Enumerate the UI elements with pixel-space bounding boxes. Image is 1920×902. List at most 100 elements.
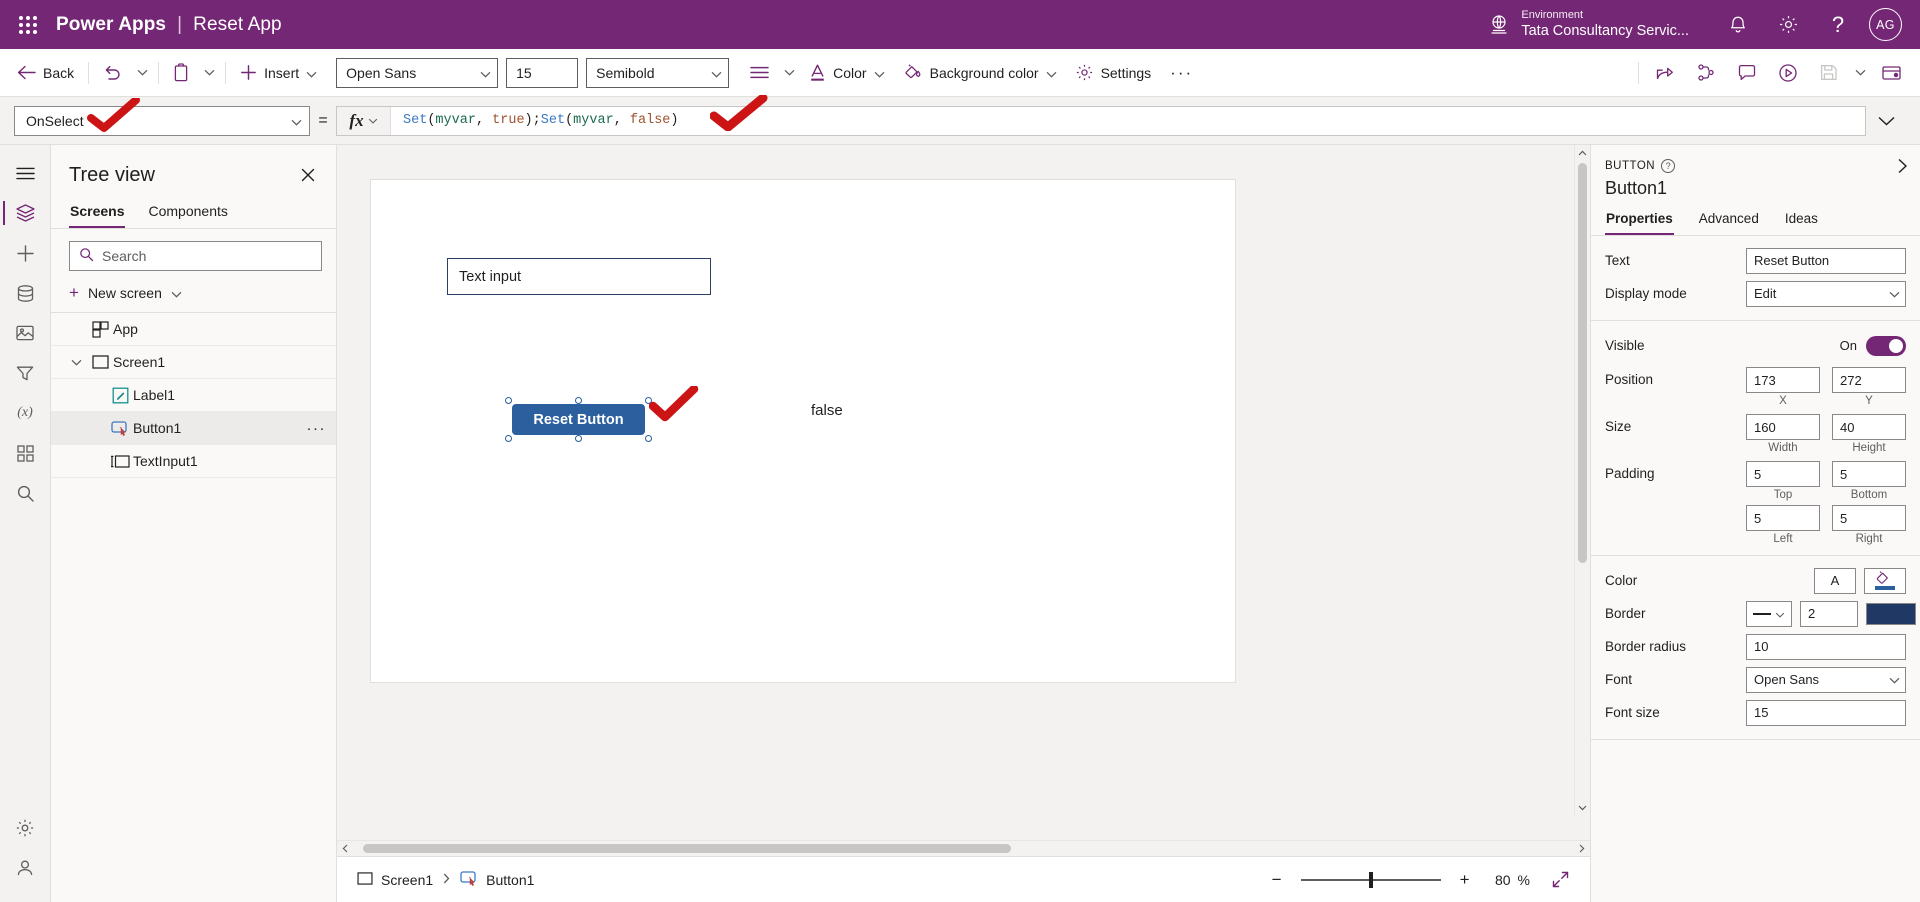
padding-top-input[interactable]: 5 — [1746, 461, 1820, 487]
vertical-scroll-track[interactable] — [1575, 161, 1590, 800]
search-box[interactable] — [69, 241, 322, 271]
font-select[interactable]: Open Sans — [1746, 666, 1906, 693]
fill-color-button[interactable] — [1864, 567, 1906, 594]
tab-screens[interactable]: Screens — [69, 197, 126, 228]
panel-collapse-chevron-right-icon[interactable] — [1897, 158, 1908, 174]
text-align-chevron-down-icon[interactable] — [778, 57, 800, 89]
preview-play-icon[interactable] — [1767, 56, 1808, 90]
toolbar-overflow-button[interactable]: ··· — [1160, 64, 1203, 81]
tree-item-label1[interactable]: Label1 — [51, 379, 336, 412]
border-style-select[interactable] — [1746, 600, 1792, 627]
text-color-button[interactable]: A — [1814, 567, 1856, 594]
rail-media-icon[interactable] — [3, 313, 47, 353]
visible-toggle[interactable] — [1866, 335, 1906, 356]
breadcrumb-screen[interactable]: Screen1 — [351, 868, 439, 892]
canvas-text-input[interactable]: Text input — [447, 258, 711, 295]
tab-ideas[interactable]: Ideas — [1784, 207, 1819, 235]
position-x-input[interactable]: 173 — [1746, 367, 1820, 393]
background-color-button[interactable]: Background color — [894, 57, 1066, 89]
app-screen-canvas[interactable]: Text input Reset Button false — [370, 179, 1236, 683]
settings-button[interactable]: Settings — [1066, 57, 1161, 89]
tree-item-screen1[interactable]: Screen1 — [51, 346, 336, 379]
size-width-input[interactable]: 160 — [1746, 414, 1820, 440]
display-mode-select[interactable]: Edit — [1746, 280, 1906, 307]
save-icon[interactable] — [1808, 56, 1849, 90]
tab-advanced[interactable]: Advanced — [1698, 207, 1760, 235]
close-icon[interactable] — [294, 161, 322, 189]
tree-item-app[interactable]: App — [51, 313, 336, 346]
settings-gear-icon[interactable] — [1763, 0, 1813, 49]
canvas-horizontal-scrollbar[interactable] — [337, 840, 1590, 856]
new-screen-button[interactable]: + New screen — [51, 277, 336, 313]
undo-dropdown-chevron-icon[interactable] — [131, 57, 153, 89]
rail-search-icon[interactable] — [3, 473, 47, 513]
border-radius-input[interactable]: 10 — [1746, 633, 1906, 660]
scroll-left-arrow-icon[interactable] — [337, 844, 353, 853]
font-size-input[interactable]: 15 — [506, 57, 579, 88]
rail-data-icon[interactable] — [3, 273, 47, 313]
notifications-bell-icon[interactable] — [1713, 0, 1763, 49]
zoom-slider-thumb[interactable] — [1368, 871, 1373, 888]
tree-item-textinput1[interactable]: TextInput1 — [51, 445, 336, 478]
position-y-input[interactable]: 272 — [1832, 367, 1906, 393]
formula-input[interactable]: Set(myvar, true); Set(myvar, false) — [391, 107, 1865, 135]
size-height-input[interactable]: 40 — [1832, 414, 1906, 440]
font-weight-select[interactable]: Semibold — [586, 57, 730, 88]
comments-icon[interactable] — [1726, 56, 1767, 90]
insert-button[interactable]: Insert — [231, 57, 326, 89]
fit-to-screen-button[interactable] — [1544, 866, 1576, 894]
zoom-slider[interactable] — [1300, 866, 1441, 894]
text-align-button[interactable] — [741, 57, 778, 89]
formula-input-wrapper[interactable]: fx Set(myvar, true); Set(myvar, false) — [336, 105, 1866, 136]
vertical-scroll-thumb[interactable] — [1578, 163, 1587, 563]
scroll-up-arrow-icon[interactable] — [1578, 145, 1587, 161]
chevron-down-icon[interactable] — [65, 359, 87, 366]
checker-icon[interactable] — [1685, 56, 1726, 90]
canvas-reset-button[interactable]: Reset Button — [512, 404, 645, 435]
environment-picker[interactable]: Environment Tata Consultancy Servic... — [1487, 9, 1689, 41]
border-color-swatch[interactable] — [1866, 602, 1916, 625]
help-icon[interactable]: ? — [1813, 0, 1863, 49]
property-select[interactable]: OnSelect — [14, 97, 310, 136]
rail-tree-view-icon[interactable] — [3, 193, 47, 233]
tab-components[interactable]: Components — [147, 197, 228, 228]
formula-expand-chevron-down-icon[interactable] — [1866, 116, 1906, 126]
horizontal-scroll-thumb[interactable] — [363, 844, 1011, 853]
waffle-menu-icon[interactable] — [0, 15, 56, 34]
border-width-input[interactable]: 2 — [1800, 600, 1858, 627]
rail-account-icon[interactable] — [3, 848, 47, 888]
rail-components-icon[interactable] — [3, 433, 47, 473]
help-icon[interactable]: ? — [1661, 159, 1676, 173]
zoom-in-button[interactable]: + — [1451, 866, 1479, 894]
canvas-vertical-scrollbar[interactable] — [1574, 145, 1590, 816]
font-size-property-input[interactable]: 15 — [1746, 699, 1906, 726]
back-button[interactable]: Back — [8, 57, 83, 89]
rail-settings-gear-icon[interactable] — [3, 808, 47, 848]
search-input[interactable] — [102, 248, 312, 264]
paste-button[interactable] — [164, 57, 198, 89]
publish-icon[interactable] — [1871, 56, 1912, 90]
rail-hamburger-icon[interactable] — [3, 153, 47, 193]
rail-variables-icon[interactable]: (x) — [3, 393, 47, 433]
breadcrumb-control[interactable]: Button1 — [454, 866, 540, 893]
scroll-right-arrow-icon[interactable] — [1574, 844, 1590, 853]
paste-dropdown-chevron-icon[interactable] — [198, 57, 220, 89]
font-color-button[interactable]: Color — [800, 57, 893, 89]
padding-right-input[interactable]: 5 — [1832, 505, 1906, 531]
undo-button[interactable] — [94, 57, 131, 89]
padding-bottom-input[interactable]: 5 — [1832, 461, 1906, 487]
tree-item-more-icon[interactable]: ··· — [307, 421, 327, 436]
tab-properties[interactable]: Properties — [1605, 207, 1674, 235]
text-property-input[interactable]: Reset Button — [1746, 247, 1906, 274]
horizontal-scroll-track[interactable] — [353, 841, 1574, 856]
fx-button[interactable]: fx — [337, 106, 391, 135]
tree-item-button1[interactable]: Button1 ··· — [51, 412, 336, 445]
scroll-down-arrow-icon[interactable] — [1578, 800, 1587, 816]
save-dropdown-chevron-icon[interactable] — [1849, 57, 1871, 89]
rail-insert-icon[interactable] — [3, 233, 47, 273]
rail-power-automate-icon[interactable] — [3, 353, 47, 393]
font-family-select[interactable]: Open Sans — [336, 57, 499, 88]
padding-left-input[interactable]: 5 — [1746, 505, 1820, 531]
avatar[interactable]: AG — [1869, 8, 1902, 41]
zoom-out-button[interactable]: − — [1263, 866, 1291, 894]
